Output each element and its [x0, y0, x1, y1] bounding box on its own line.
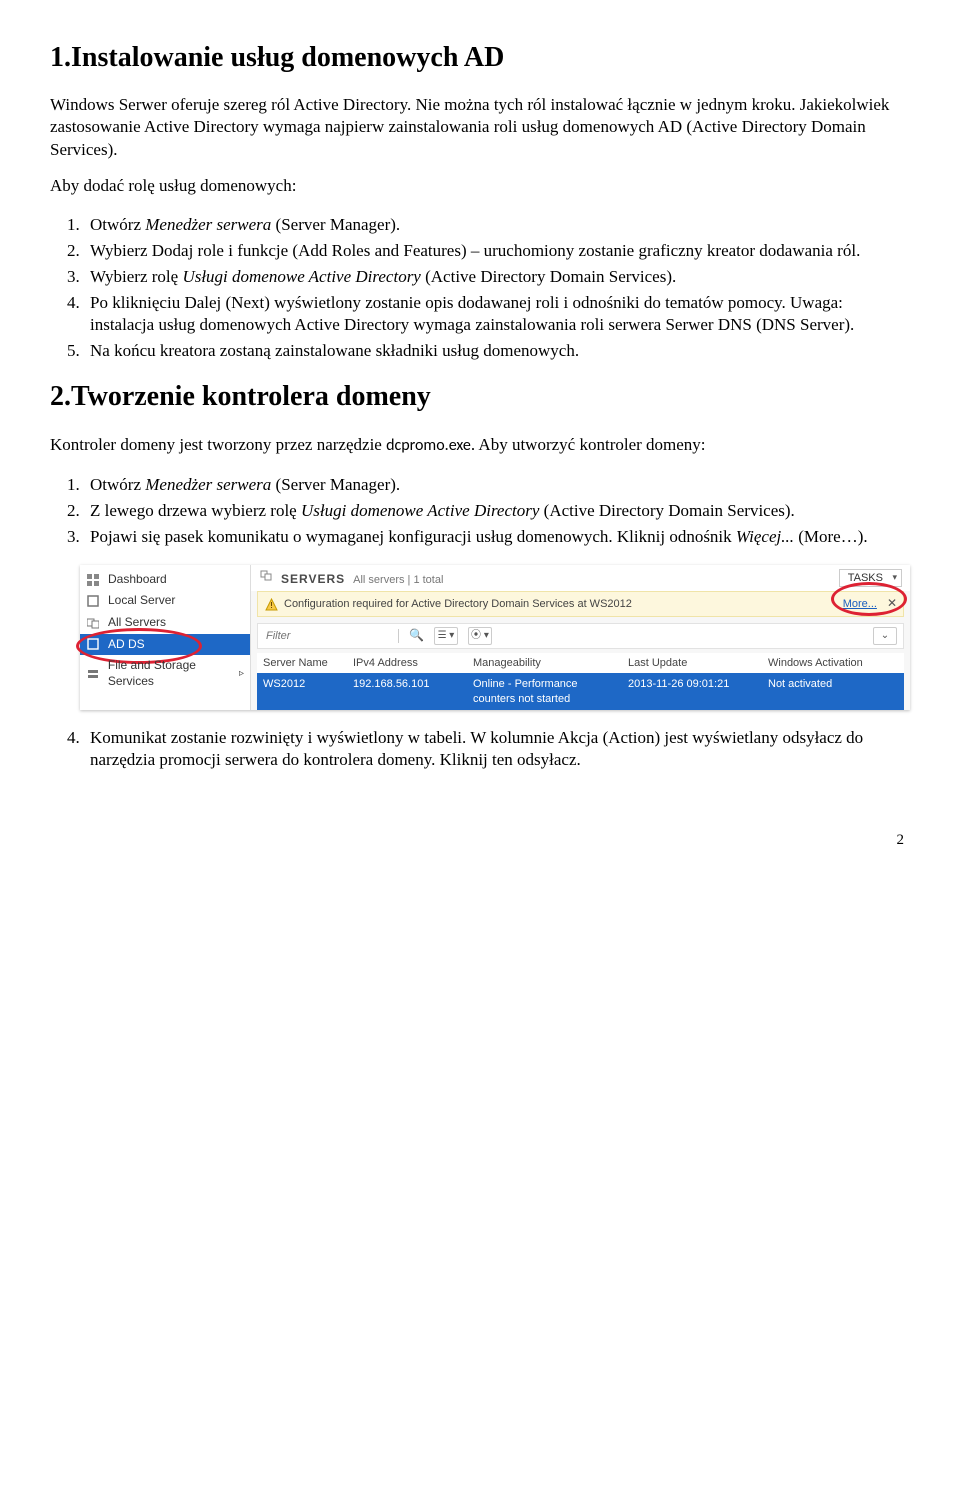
list1-item1: Otwórz Menedżer serwera (Server Manager)…: [84, 214, 910, 236]
text: (More…).: [794, 527, 868, 546]
section2-heading: 2.Tworzenie kontrolera domeny: [50, 379, 910, 415]
servers-icon: [259, 569, 273, 588]
warning-bar: Configuration required for Active Direct…: [257, 591, 904, 617]
list1-item5: Na końcu kreatora zostaną zainstalowane …: [84, 340, 910, 362]
cell-ipv4: 192.168.56.101: [353, 677, 473, 706]
text: (Active Directory Domain Services).: [421, 267, 676, 286]
cell-activation: Not activated: [768, 677, 898, 706]
close-icon[interactable]: ✕: [887, 596, 897, 612]
panel-title: SERVERS: [281, 572, 345, 588]
sidebar-item-label: File and Storage Services: [108, 658, 244, 689]
text: Pojawi się pasek komunikatu o wymaganej …: [90, 527, 736, 546]
list2-item2: Z lewego drzewa wybierz rolę Usługi dome…: [84, 500, 910, 522]
text: Kontroler domeny jest tworzony przez nar…: [50, 435, 386, 454]
sidebar-item-label: AD DS: [108, 637, 145, 653]
panel-subtitle: All servers | 1 total: [353, 573, 443, 587]
main-panel: SERVERS All servers | 1 total TASKS Conf…: [250, 565, 910, 710]
list1-item2: Wybierz Dodaj role i funkcje (Add Roles …: [84, 240, 910, 262]
cell-server-name: WS2012: [263, 677, 353, 706]
text: Wybierz rolę: [90, 267, 182, 286]
filter-button-2[interactable]: ⦿ ▾: [468, 627, 492, 645]
servers-table: Server Name IPv4 Address Manageability L…: [257, 653, 904, 710]
text: Z lewego drzewa wybierz rolę: [90, 501, 301, 520]
tasks-dropdown[interactable]: TASKS: [839, 569, 902, 587]
chevron-right-icon: ▹: [239, 667, 244, 680]
cell-last-update: 2013-11-26 09:01:21: [628, 677, 768, 706]
ordered-list-2: Otwórz Menedżer serwera (Server Manager)…: [84, 474, 910, 548]
filter-input[interactable]: [264, 629, 388, 643]
col-ipv4[interactable]: IPv4 Address: [353, 656, 473, 670]
text-italic: Usługi domenowe Active Directory: [301, 501, 539, 520]
sidebar-item-file-storage[interactable]: File and Storage Services ▹: [80, 655, 250, 692]
col-server-name[interactable]: Server Name: [263, 656, 353, 670]
text-italic: Menedżer serwera: [145, 215, 271, 234]
list2-item3: Pojawi się pasek komunikatu o wymaganej …: [84, 526, 910, 548]
sidebar-item-all-servers[interactable]: All Servers: [80, 612, 250, 634]
warning-icon: [264, 597, 278, 611]
sidebar-item-label: All Servers: [108, 615, 166, 631]
search-icon[interactable]: 🔍: [409, 628, 424, 644]
server-icon: [86, 594, 100, 608]
dashboard-icon: [86, 573, 100, 587]
col-last-update[interactable]: Last Update: [628, 656, 768, 670]
sidebar-item-adds[interactable]: AD DS: [80, 634, 250, 656]
sidebar-item-dashboard[interactable]: Dashboard: [80, 569, 250, 591]
filter-button-1[interactable]: ☰ ▾: [434, 627, 458, 645]
sidebar-item-label: Local Server: [108, 593, 175, 609]
text: (Server Manager).: [271, 215, 400, 234]
adds-icon: [86, 637, 100, 651]
separator: [398, 629, 399, 643]
server-manager-screenshot: Dashboard Local Server All Servers AD DS: [80, 565, 910, 710]
col-manageability[interactable]: Manageability: [473, 656, 628, 670]
text: Otwórz: [90, 475, 145, 494]
text: Otwórz: [90, 215, 145, 234]
col-activation[interactable]: Windows Activation: [768, 656, 898, 670]
ordered-list-1: Otwórz Menedżer serwera (Server Manager)…: [84, 214, 910, 363]
paragraph-2a: Kontroler domeny jest tworzony przez nar…: [50, 434, 910, 457]
tool-name: dcpromo.exe: [386, 436, 471, 455]
text-italic: Menedżer serwera: [145, 475, 271, 494]
table-row[interactable]: WS2012 192.168.56.101 Online - Performan…: [257, 673, 904, 710]
expand-button[interactable]: ⌄: [873, 627, 897, 645]
filter-bar: 🔍 ☰ ▾ ⦿ ▾ ⌄: [257, 623, 904, 649]
text-italic: Więcej...: [736, 527, 794, 546]
sidebar-item-local-server[interactable]: Local Server: [80, 590, 250, 612]
cell-manageability: Online - Performance counters not starte…: [473, 677, 628, 706]
sidebar-item-label: Dashboard: [108, 572, 167, 588]
file-storage-icon: [86, 667, 100, 681]
section1-heading: 1.Instalowanie usług domenowych AD: [50, 40, 910, 76]
warning-text: Configuration required for Active Direct…: [284, 597, 843, 611]
servers-icon: [86, 616, 100, 630]
text: . Aby utworzyć kontroler domeny:: [471, 435, 706, 454]
text: (Active Directory Domain Services).: [539, 501, 794, 520]
list1-item3: Wybierz rolę Usługi domenowe Active Dire…: [84, 266, 910, 288]
table-header: Server Name IPv4 Address Manageability L…: [257, 653, 904, 673]
list2-item4: Komunikat zostanie rozwinięty i wyświetl…: [84, 727, 910, 771]
ordered-list-2-cont: Komunikat zostanie rozwinięty i wyświetl…: [84, 727, 910, 771]
paragraph-1a: Windows Serwer oferuje szereg ról Active…: [50, 94, 910, 160]
text: (Server Manager).: [271, 475, 400, 494]
more-link[interactable]: More...: [843, 597, 877, 611]
list2-item1: Otwórz Menedżer serwera (Server Manager)…: [84, 474, 910, 496]
text-italic: Usługi domenowe Active Directory: [182, 267, 420, 286]
sidebar: Dashboard Local Server All Servers AD DS: [80, 565, 250, 710]
page-number: 2: [50, 831, 910, 851]
panel-header: SERVERS All servers | 1 total TASKS: [251, 565, 910, 592]
list1-item4: Po kliknięciu Dalej (Next) wyświetlony z…: [84, 292, 910, 336]
paragraph-1b: Aby dodać rolę usług domenowych:: [50, 175, 910, 197]
